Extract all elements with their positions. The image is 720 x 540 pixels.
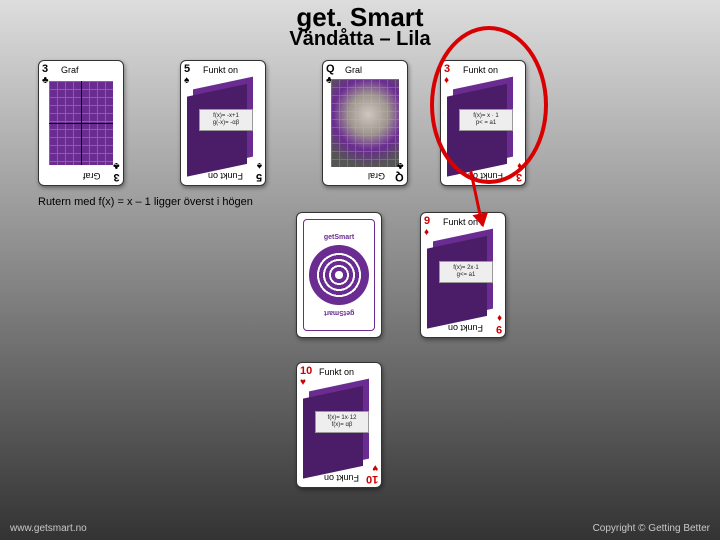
- card-label: Funkt on: [463, 65, 498, 75]
- card-label: Gral: [345, 65, 362, 75]
- queen-photo: [331, 79, 399, 167]
- card-label-b: Funkt on: [448, 323, 483, 333]
- rank-br: 10♥: [366, 462, 378, 484]
- rank-tl: 3♣: [42, 64, 49, 86]
- card-label: Graf: [61, 65, 79, 75]
- mandala-icon: [309, 245, 369, 305]
- footer-left: www.getsmart.no: [10, 523, 87, 534]
- rank-br: Q♣: [395, 160, 404, 182]
- rank-tl: 5♠: [184, 64, 190, 86]
- card-r3-1[interactable]: 10♥ Funkt on f(x)= 1x·12f(x)= αβ Funkt o…: [296, 362, 382, 488]
- slide-stage: get. Smart Vändåtta – Lila 3♣ Graf Graf …: [0, 0, 720, 540]
- card-label-b: Funkt on: [208, 171, 243, 181]
- caption: Rutern med f(x) = x – 1 ligger överst i …: [38, 196, 253, 208]
- card-label-b: Gral: [368, 171, 385, 181]
- rank-br: 9♦: [496, 312, 502, 334]
- rank-br: 5♠: [256, 160, 262, 182]
- card-label-b: Graf: [83, 171, 101, 181]
- card-r1-2[interactable]: 5♠ Funkt on f(x)= -x+1g(-x)= -αβ Funkt o…: [180, 60, 266, 186]
- rank-tl: 9♦: [424, 216, 430, 238]
- rank-tl: 10♥: [300, 366, 312, 388]
- card-r2-2[interactable]: 9♦ Funkt on f(x)= 2x·1g<= a1 Funkt on 9♦: [420, 212, 506, 338]
- rank-tl: 3♦: [444, 64, 450, 86]
- card-back[interactable]: getSmart getSmart: [296, 212, 382, 338]
- subtitle: Vändåtta – Lila: [0, 28, 720, 51]
- card-r1-4[interactable]: 3♦ Funkt on f(x)= x · 1p< = a1 Funkt on …: [440, 60, 526, 186]
- rank-br: 3♦: [516, 160, 522, 182]
- card-label: Funkt on: [319, 367, 354, 377]
- card-back-face: getSmart getSmart: [303, 219, 375, 331]
- back-brand-bottom: getSmart: [324, 309, 354, 316]
- back-brand-top: getSmart: [324, 234, 354, 241]
- card-label: Funkt on: [203, 65, 238, 75]
- card-r1-1[interactable]: 3♣ Graf Graf 3♣: [38, 60, 124, 186]
- rank-br: 3♣: [113, 160, 120, 182]
- card-label-b: Funkt on: [324, 473, 359, 483]
- axis-v: [81, 81, 82, 165]
- card-r1-3[interactable]: Q♣ Gral Gral Q♣: [322, 60, 408, 186]
- footer-right: Copyright © Getting Better: [593, 523, 710, 534]
- formula-box: f(x)= 2x·1g<= a1: [439, 261, 493, 283]
- formula-box: f(x)= -x+1g(-x)= -αβ: [199, 109, 253, 131]
- formula-box: f(x)= x · 1p< = a1: [459, 109, 513, 131]
- formula-box: f(x)= 1x·12f(x)= αβ: [315, 411, 369, 433]
